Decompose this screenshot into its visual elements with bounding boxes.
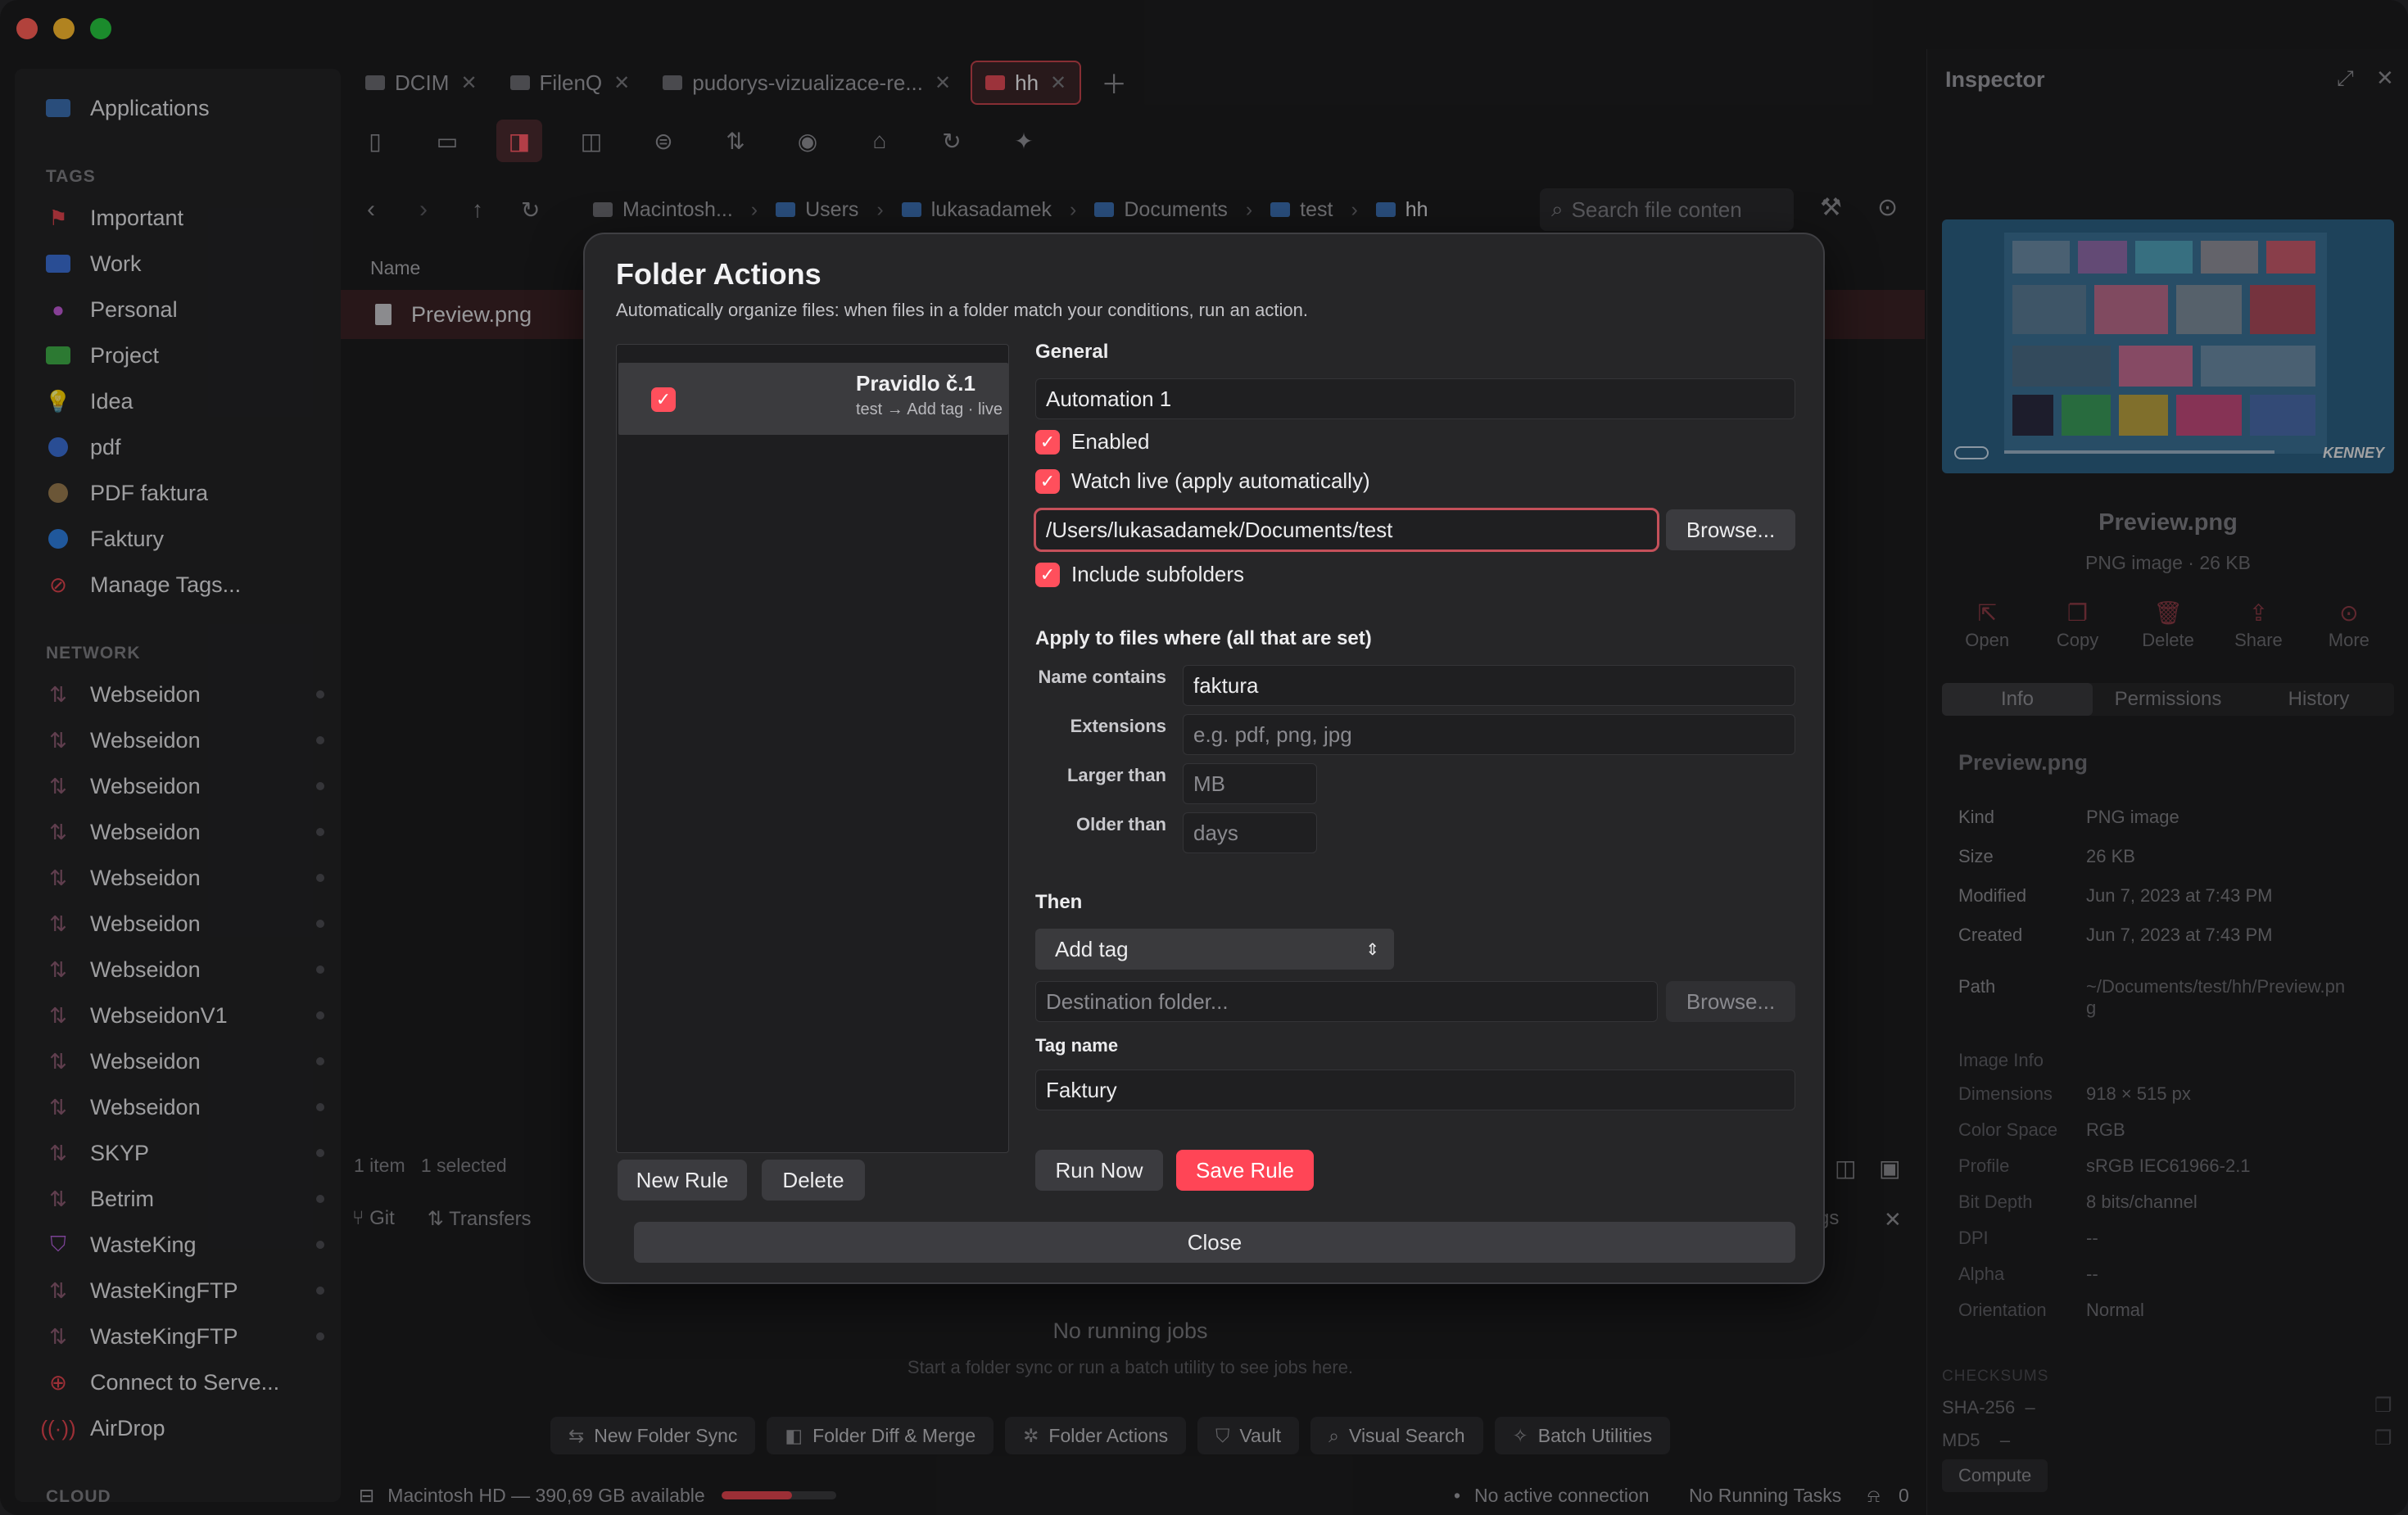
watch-live-checkbox[interactable]: ✓ Watch live (apply automatically)	[1035, 468, 1370, 494]
tag-name-input[interactable]: Faktury	[1035, 1070, 1795, 1110]
browse-button[interactable]: Browse...	[1666, 509, 1795, 550]
folder-path-input[interactable]: /Users/lukasadamek/Documents/test	[1034, 508, 1659, 552]
save-rule-button[interactable]: Save Rule	[1176, 1150, 1314, 1191]
chevron-updown-icon: ⇕	[1365, 940, 1379, 959]
folder-actions-dialog: Folder Actions Automatically organize fi…	[583, 233, 1825, 1284]
enabled-label: Enabled	[1071, 429, 1150, 454]
conditions-header: Apply to files where (all that are set)	[1035, 627, 1372, 649]
name-contains-input[interactable]: faktura	[1183, 665, 1795, 706]
larger-than-label: Larger than	[1066, 765, 1166, 785]
dialog-subtitle: Automatically organize files: when files…	[616, 300, 1308, 320]
automation-name-input[interactable]: Automation 1	[1035, 378, 1795, 419]
destination-browse-button[interactable]: Browse...	[1666, 981, 1795, 1022]
older-than-input[interactable]: days	[1183, 812, 1317, 853]
larger-than-input[interactable]: MB	[1183, 763, 1317, 804]
name-contains-label: Name contains	[1038, 667, 1167, 687]
rules-list: ✓ Pravidlo č.1 test → Add tag · live	[616, 344, 1009, 1153]
action-select-value: Add tag	[1055, 936, 1129, 961]
destination-folder-input[interactable]: Destination folder...	[1035, 981, 1658, 1022]
rule-name: Pravidlo č.1	[856, 371, 975, 396]
close-dialog-button[interactable]: Close	[634, 1222, 1795, 1263]
general-header: General	[1035, 341, 1109, 363]
tag-name-label: Tag name	[1035, 1035, 1119, 1056]
rule-item[interactable]: ✓ Pravidlo č.1 test → Add tag · live	[618, 363, 1008, 435]
then-header: Then	[1035, 891, 1083, 913]
rule-enabled-checkbox[interactable]: ✓	[651, 387, 676, 412]
checkmark-icon: ✓	[1035, 429, 1060, 454]
include-subfolders-checkbox[interactable]: ✓ Include subfolders	[1035, 562, 1244, 587]
action-select[interactable]: Add tag ⇕	[1035, 929, 1394, 970]
dialog-title: Folder Actions	[616, 257, 822, 291]
rule-description: test → Add tag · live	[856, 400, 1003, 418]
new-rule-button[interactable]: New Rule	[618, 1160, 747, 1201]
older-than-label: Older than	[1075, 814, 1166, 834]
include-subfolders-label: Include subfolders	[1071, 562, 1245, 586]
checkmark-icon: ✓	[1035, 468, 1060, 494]
run-now-button[interactable]: Run Now	[1035, 1150, 1163, 1191]
app-window: Applications TAGS ⚑ Important Work ● Personal P…	[0, 0, 2408, 1515]
extensions-input[interactable]: e.g. pdf, png, jpg	[1183, 714, 1795, 755]
enabled-checkbox[interactable]: ✓ Enabled	[1035, 429, 1149, 454]
checkmark-icon: ✓	[1035, 562, 1060, 587]
delete-rule-button[interactable]: Delete	[762, 1160, 865, 1201]
extensions-label: Extensions	[1070, 716, 1166, 736]
watch-live-label: Watch live (apply automatically)	[1071, 468, 1370, 493]
